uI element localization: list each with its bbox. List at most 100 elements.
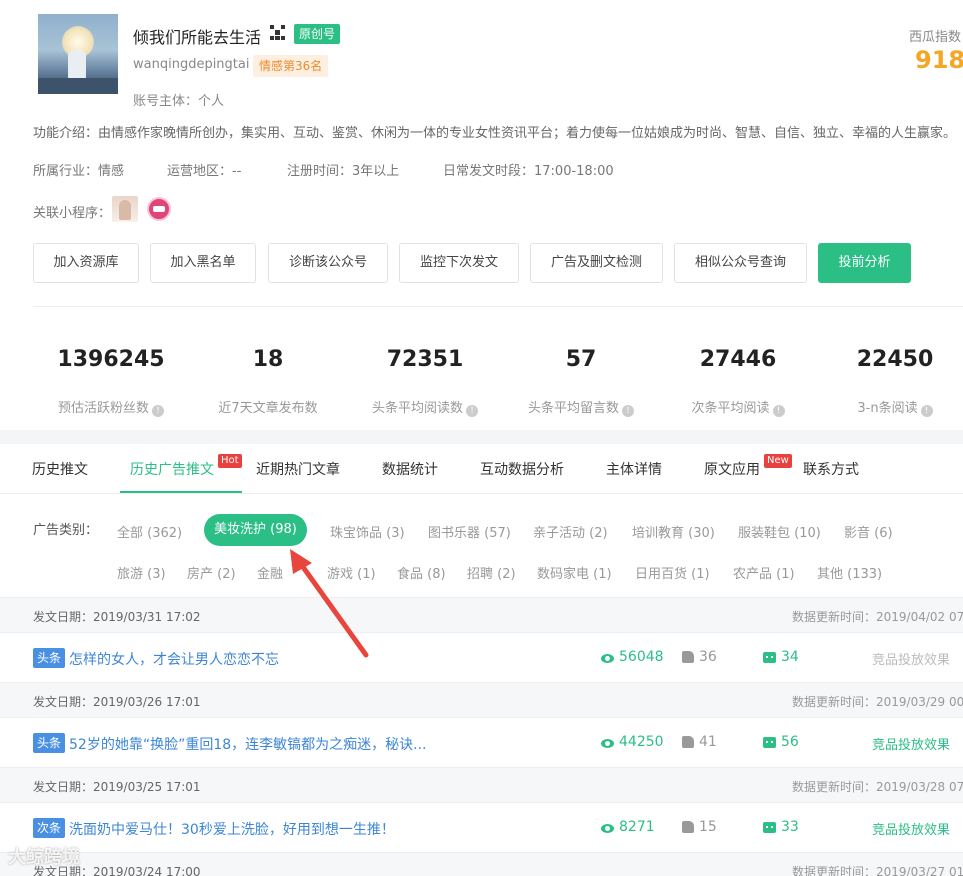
competitor-effect-link[interactable]: 竞品投放效果 bbox=[872, 649, 950, 668]
article-title-link[interactable]: 52岁的她靠“换脸”重回18，连李敏镐都为之痴迷，秘诀... bbox=[69, 734, 426, 754]
stat-value: 57 bbox=[565, 347, 597, 372]
post-date: 发文日期：2019/03/31 17:02 bbox=[33, 610, 201, 624]
add-to-blacklist-button[interactable]: 加入黑名单 bbox=[150, 243, 256, 283]
category-parenting[interactable]: 亲子活动 (2) bbox=[533, 522, 608, 541]
tab-recent-hot[interactable]: 近期热门文章 bbox=[256, 459, 340, 479]
meta-post-time: 日常发文时段：17:00-18:00 bbox=[443, 164, 614, 179]
category-media[interactable]: 影音 (6) bbox=[844, 522, 893, 541]
category-travel[interactable]: 旅游 (3) bbox=[117, 563, 166, 582]
thumbs-up-icon bbox=[682, 651, 694, 663]
position-tag: 头条 bbox=[33, 733, 66, 753]
stat-label: 头条平均留言数 bbox=[527, 401, 619, 416]
info-icon[interactable]: ! bbox=[152, 405, 164, 417]
article-row: 次条 洗面奶中爱马仕！30秒爱上洗脸，好用到想一生推！ 8271 15 33 竞… bbox=[0, 803, 963, 853]
category-daily-goods[interactable]: 日用百货 (1) bbox=[635, 563, 710, 582]
account-avatar bbox=[38, 14, 118, 94]
post-date-bar: 发文日期：2019/03/26 17:01 数据更新时间：2019/03/29 … bbox=[0, 682, 963, 718]
comment-icon bbox=[763, 737, 776, 748]
comment-icon bbox=[763, 822, 776, 833]
tab-history-posts[interactable]: 历史推文 bbox=[32, 459, 88, 479]
tab-contact[interactable]: 联系方式 bbox=[803, 459, 859, 479]
post-date-bar: 发文日期：2019/03/24 17:00 数据更新时间：2019/03/27 … bbox=[0, 852, 963, 876]
tab-interaction-analysis[interactable]: 互动数据分析 bbox=[480, 459, 564, 479]
tab-original-app[interactable]: 原文应用 bbox=[704, 459, 760, 479]
category-apparel[interactable]: 服装鞋包 (10) bbox=[738, 522, 821, 541]
category-food[interactable]: 食品 (8) bbox=[397, 563, 446, 582]
category-agriculture[interactable]: 农产品 (1) bbox=[733, 563, 795, 582]
comment-icon bbox=[763, 652, 776, 663]
stat-label: 预估活跃粉丝数 bbox=[57, 401, 149, 416]
similar-accounts-button[interactable]: 相似公众号查询 bbox=[674, 243, 807, 283]
active-tab-underline bbox=[120, 491, 242, 493]
category-beauty[interactable]: 美妆洗护 (98) bbox=[204, 514, 307, 546]
thumbs-up-icon bbox=[682, 821, 694, 833]
comments-count: 34 bbox=[763, 649, 799, 665]
mini-program-avatar[interactable] bbox=[147, 197, 171, 221]
article-title-link[interactable]: 怎样的女人，才会让男人恋恋不忘 bbox=[69, 649, 279, 669]
eye-icon bbox=[601, 654, 614, 663]
meta-industry: 所属行业：情感 bbox=[33, 164, 125, 179]
competitor-effect-link[interactable]: 竞品投放效果 bbox=[872, 734, 950, 753]
add-to-library-button[interactable]: 加入资源库 bbox=[33, 243, 139, 283]
meta-registered: 注册时间：3年以上 bbox=[287, 164, 400, 179]
category-finance[interactable]: 金融 bbox=[257, 563, 283, 582]
ad-deletion-check-button[interactable]: 广告及删文检测 bbox=[530, 243, 663, 283]
stat-label: 3-n条阅读 bbox=[857, 401, 918, 416]
info-icon[interactable]: ! bbox=[920, 405, 933, 417]
data-updated-time: 数据更新时间：2019/03/27 01: bbox=[792, 865, 963, 876]
account-id: wanqingdepingtai bbox=[133, 57, 250, 72]
info-icon[interactable]: ! bbox=[772, 405, 785, 417]
article-row: 头条 52岁的她靠“换脸”重回18，连李敏镐都为之痴迷，秘诀... 44250 … bbox=[0, 718, 963, 768]
category-realestate[interactable]: 房产 (2) bbox=[187, 563, 236, 582]
section-gap bbox=[0, 430, 963, 444]
new-badge: New bbox=[764, 454, 792, 468]
stat-value: 1396245 bbox=[57, 347, 165, 372]
category-other[interactable]: 其他 (133) bbox=[817, 563, 882, 582]
stat-label-wrap: 预估活跃粉丝数! bbox=[31, 397, 191, 417]
stat-label-wrap: 头条平均留言数! bbox=[501, 397, 661, 417]
pre-launch-analysis-button[interactable]: 投前分析 bbox=[818, 243, 911, 283]
info-icon[interactable]: ! bbox=[466, 405, 478, 417]
category-recruitment[interactable]: 招聘 (2) bbox=[467, 563, 516, 582]
rank-tag: 情感第36名 bbox=[253, 55, 329, 77]
category-education[interactable]: 培训教育 (30) bbox=[632, 522, 715, 541]
tab-entity-details[interactable]: 主体详情 bbox=[606, 459, 662, 479]
qrcode-icon[interactable] bbox=[270, 25, 285, 40]
article-row: 头条 怎样的女人，才会让男人恋恋不忘 56048 36 34 竞品投放效果 bbox=[0, 633, 963, 683]
stat-label-wrap: 3-n条阅读! bbox=[815, 397, 963, 417]
meta-region: 运营地区：-- bbox=[167, 164, 242, 179]
tab-data-stats[interactable]: 数据统计 bbox=[382, 459, 438, 479]
tab-history-ad-posts[interactable]: 历史广告推文 bbox=[130, 459, 214, 479]
views-count: 8271 bbox=[601, 819, 655, 835]
category-electronics[interactable]: 数码家电 (1) bbox=[537, 563, 612, 582]
post-date-bar: 发文日期：2019/03/31 17:02 数据更新时间：2019/04/02 … bbox=[0, 597, 963, 633]
likes-count: 41 bbox=[682, 734, 717, 750]
info-icon[interactable]: ! bbox=[622, 405, 634, 417]
category-all[interactable]: 全部 (362) bbox=[117, 522, 182, 541]
stat-label-wrap: 近7天文章发布数 bbox=[188, 397, 348, 416]
mini-programs-label: 关联小程序： bbox=[33, 206, 112, 221]
eye-icon bbox=[601, 824, 614, 833]
category-jewelry[interactable]: 珠宝饰品 (3) bbox=[330, 522, 405, 541]
data-updated-time: 数据更新时间：2019/03/28 07: bbox=[792, 780, 963, 794]
account-intro: 功能介绍：由情感作家晚情所创办，集实用、互动、鉴赏、休闲为一体的专业女性资讯平台… bbox=[33, 126, 957, 141]
diagnose-account-button[interactable]: 诊断该公众号 bbox=[268, 243, 388, 283]
post-date: 发文日期：2019/03/26 17:01 bbox=[33, 695, 201, 709]
position-tag: 头条 bbox=[33, 648, 66, 668]
mini-program-avatar[interactable] bbox=[112, 196, 138, 222]
stat-label: 近7天文章发布数 bbox=[218, 401, 318, 416]
hot-badge: Hot bbox=[218, 454, 242, 468]
monitor-next-post-button[interactable]: 监控下次发文 bbox=[399, 243, 519, 283]
stat-value: 27446 bbox=[699, 347, 777, 372]
article-title-link[interactable]: 洗面奶中爱马仕！30秒爱上洗脸，好用到想一生推！ bbox=[69, 819, 395, 839]
competitor-effect-link[interactable]: 竞品投放效果 bbox=[872, 819, 950, 838]
category-games[interactable]: 游戏 (1) bbox=[327, 563, 376, 582]
xigua-index-label: 西瓜指数 bbox=[908, 30, 961, 45]
category-books[interactable]: 图书乐器 (57) bbox=[428, 522, 511, 541]
views-count: 44250 bbox=[601, 734, 664, 750]
category-label: 广告类别： bbox=[33, 523, 99, 538]
eye-icon bbox=[601, 739, 614, 748]
data-updated-time: 数据更新时间：2019/04/02 07: bbox=[792, 610, 963, 624]
account-name: 倾我们所能去生活 bbox=[133, 28, 262, 47]
post-date: 发文日期：2019/03/25 17:01 bbox=[33, 780, 201, 794]
